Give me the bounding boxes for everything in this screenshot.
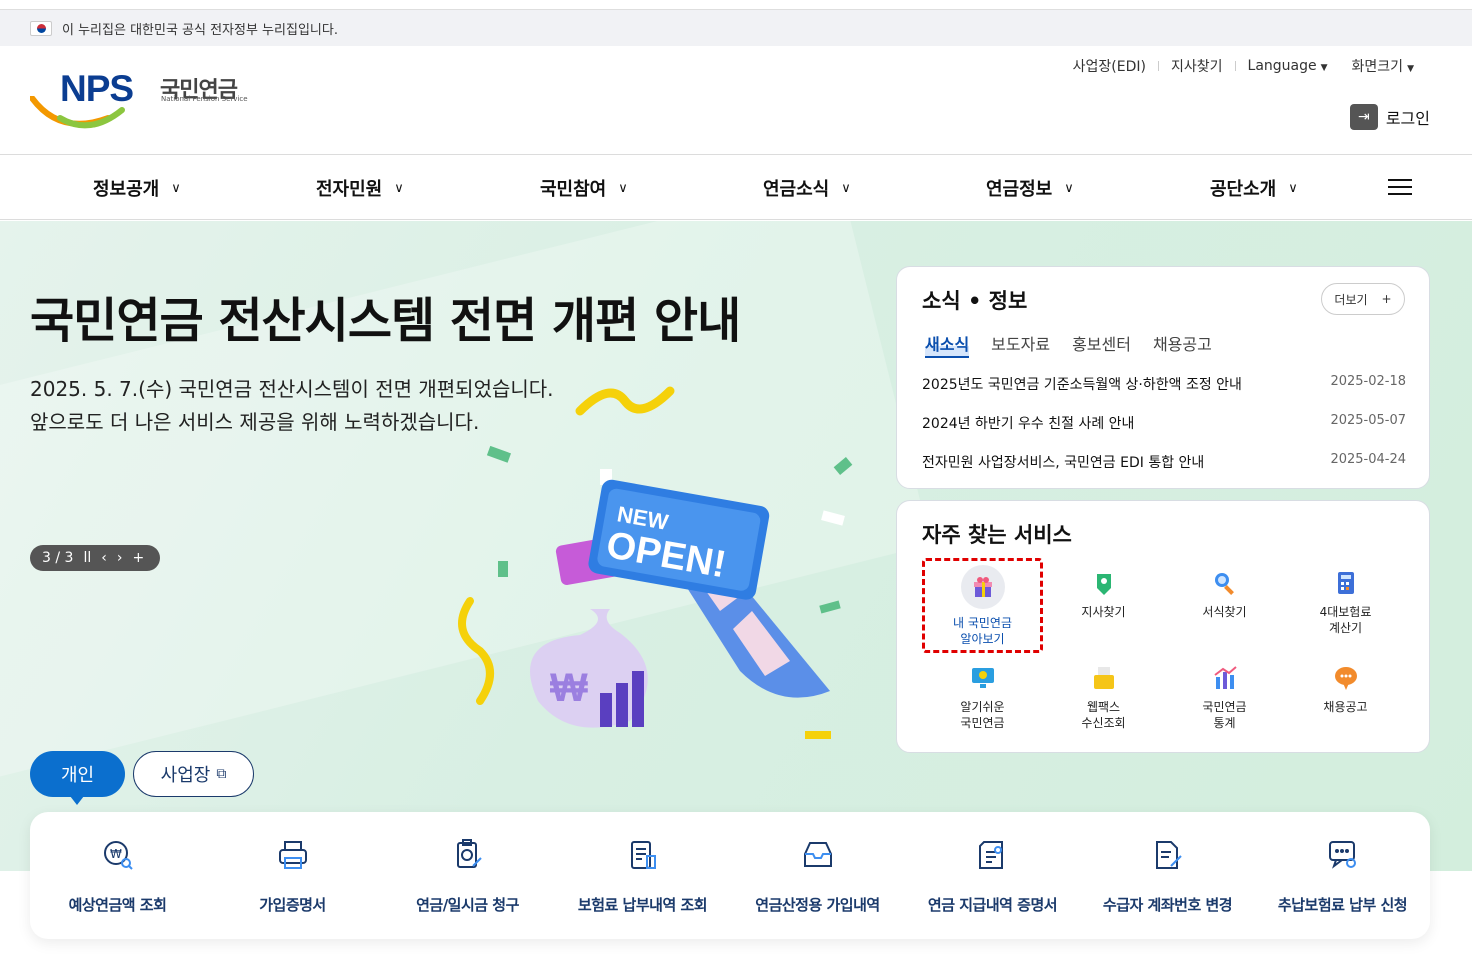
chevron-down-icon: ∨: [841, 180, 851, 196]
tab-personal[interactable]: 개인: [30, 751, 125, 805]
tab-business[interactable]: 사업장 ⧉: [133, 751, 254, 797]
quick-account-change[interactable]: 수급자 계좌번호 변경: [1080, 812, 1255, 939]
gnb-about[interactable]: 공단소개 ∨: [1210, 175, 1298, 201]
slide-controls: 3 / 3 ll ‹ › +: [30, 545, 160, 571]
list-item[interactable]: 2025년도 국민연금 기준소득월액 상·하한액 조정 안내 2025-02-18: [922, 374, 1406, 413]
printer-icon: [278, 841, 307, 869]
coin-search-icon: ₩: [103, 841, 133, 870]
quick-pension-claim[interactable]: 연금/일시금 청구: [380, 812, 555, 939]
inbox-icon: [803, 842, 832, 867]
hero-title: 국민연금 전산시스템 전면 개편 안내: [30, 293, 741, 349]
quick-menu: ₩ 예상연금액 조회 가입증명서 연금/일시금 청구 보험료 납부내역 조회 연…: [30, 812, 1430, 939]
slide-counter: 3 / 3: [42, 550, 74, 566]
gnb-pension-info[interactable]: 연금정보 ∨: [986, 175, 1074, 201]
clipboard-coin-icon: [456, 839, 482, 868]
service-recruitment[interactable]: 채용공고: [1285, 653, 1406, 743]
quick-expected-pension[interactable]: ₩ 예상연금액 조회: [30, 812, 205, 939]
gov-banner-text: 이 누리집은 대한민국 공식 전자정부 누리집입니다.: [62, 22, 338, 38]
chevron-down-icon: ∨: [1064, 180, 1074, 196]
quick-premium-history[interactable]: 보험료 납부내역 조회: [555, 812, 730, 939]
chevron-down-icon: ∨: [1288, 180, 1298, 196]
fax-icon: [1093, 667, 1114, 689]
quick-enrollment-history[interactable]: 연금산정용 가입내역: [730, 812, 905, 939]
login-button[interactable]: ⇥ 로그인: [1349, 104, 1430, 130]
chevron-down-icon: ∨: [394, 180, 404, 196]
next-icon[interactable]: ›: [117, 550, 123, 566]
caret-down-icon: ▼: [1407, 64, 1414, 74]
location-icon: [1096, 574, 1111, 595]
certificate-icon: [978, 841, 1003, 869]
header: NPS 국민연금 National Pension Service 사업장(ED…: [0, 46, 1472, 155]
news-title: 소식 • 정보: [922, 289, 1028, 313]
user-type-tabs: 개인 사업장 ⧉: [30, 751, 254, 805]
tab-pr-center[interactable]: 홍보센터: [1072, 331, 1131, 358]
news-panel: 소식 • 정보 더보기 + 새소식 보도자료 홍보센터 채용공고 2025년도 국…: [896, 266, 1430, 489]
main-navigation: 정보공개 ∨ 전자민원 ∨ 국민참여 ∨ 연금소식 ∨ 연금정보 ∨ 공단소개 ∨: [0, 155, 1472, 220]
chat-search-icon: [1328, 841, 1356, 869]
news-list: 2025년도 국민연금 기준소득월액 상·하한액 조정 안내 2025-02-18…: [922, 374, 1406, 491]
plus-icon: +: [1381, 292, 1392, 306]
document-list-icon: [630, 841, 656, 869]
edit-document-icon: [1155, 841, 1182, 869]
svg-text:₩: ₩: [550, 666, 588, 710]
hamburger-menu-icon[interactable]: [1388, 179, 1412, 197]
chevron-down-icon: ∨: [171, 180, 181, 196]
external-link-icon: ⧉: [216, 766, 227, 782]
list-item[interactable]: 2024년 하반기 우수 친절 사례 안내 2025-05-07: [922, 413, 1406, 452]
calculator-icon: [1337, 572, 1354, 594]
services-grid: 내 국민연금 알아보기 지사찾기 서식찾기 4대보험료 계산기 알기쉬운 국민연…: [922, 558, 1406, 743]
logo-name-en: National Pension Service: [161, 95, 248, 103]
quick-enrollment-certificate[interactable]: 가입증명서: [205, 812, 380, 939]
news-tabs: 새소식 보도자료 홍보센터 채용공고: [925, 331, 1212, 358]
svg-text:₩: ₩: [110, 847, 122, 861]
pause-icon[interactable]: ll: [83, 550, 91, 566]
login-icon: ⇥: [1349, 104, 1378, 130]
chat-icon: [1334, 667, 1357, 690]
util-branch-link[interactable]: 지사찾기: [1159, 56, 1235, 76]
chevron-down-icon: ∨: [618, 180, 628, 196]
prev-icon[interactable]: ‹: [101, 550, 107, 566]
tab-new-news[interactable]: 새소식: [925, 331, 970, 358]
quick-additional-payment[interactable]: 추납보험료 납부 신청: [1255, 812, 1430, 939]
service-webfax[interactable]: 웹팩스 수신조회: [1043, 653, 1164, 743]
frequent-services-panel: 자주 찾는 서비스 내 국민연금 알아보기 지사찾기 서식찾기 4대보험료 계산…: [896, 500, 1430, 753]
gnb-info-disclosure[interactable]: 정보공개 ∨: [93, 175, 181, 201]
logo-brand: NPS: [60, 68, 134, 109]
utility-menu: 사업장(EDI) 지사찾기 Language ▼ 화면크기 ▼: [1061, 56, 1426, 76]
tab-recruitment[interactable]: 채용공고: [1153, 331, 1212, 358]
gov-banner: 이 누리집은 대한민국 공식 전자정부 누리집입니다.: [0, 10, 1472, 46]
util-language-select[interactable]: Language ▼: [1236, 58, 1340, 74]
new-open-illustration: NEW OPEN! ₩: [458, 386, 853, 739]
caret-down-icon: ▼: [1320, 63, 1328, 73]
service-easy-pension[interactable]: 알기쉬운 국민연금: [922, 653, 1043, 743]
search-icon: [1214, 573, 1234, 595]
korea-flag-icon: [30, 20, 52, 36]
service-find-forms[interactable]: 서식찾기: [1164, 558, 1285, 653]
gift-icon: [960, 565, 1005, 609]
plus-icon[interactable]: +: [132, 550, 144, 566]
list-item[interactable]: 전자민원 사업장서비스, 국민연금 EDI 통합 안내 2025-04-24: [922, 452, 1406, 491]
monitor-icon: [971, 668, 994, 688]
util-screen-size-select[interactable]: 화면크기 ▼: [1340, 56, 1426, 76]
util-edi-link[interactable]: 사업장(EDI): [1061, 56, 1158, 76]
quick-payment-certificate[interactable]: 연금 지급내역 증명서: [905, 812, 1080, 939]
gnb-e-civil[interactable]: 전자민원 ∨: [316, 175, 404, 201]
tab-press[interactable]: 보도자료: [991, 331, 1050, 358]
service-my-pension[interactable]: 내 국민연금 알아보기: [922, 558, 1043, 653]
gnb-participation[interactable]: 국민참여 ∨: [540, 175, 628, 201]
nps-logo[interactable]: NPS 국민연금 National Pension Service: [30, 68, 260, 130]
service-insurance-calculator[interactable]: 4대보험료 계산기: [1285, 558, 1406, 653]
chart-icon: [1213, 666, 1237, 689]
gnb-pension-news[interactable]: 연금소식 ∨: [763, 175, 851, 201]
service-statistics[interactable]: 국민연금 통계: [1164, 653, 1285, 743]
service-find-branch[interactable]: 지사찾기: [1043, 558, 1164, 653]
login-label: 로그인: [1385, 109, 1430, 128]
services-title: 자주 찾는 서비스: [922, 523, 1072, 547]
news-more-button[interactable]: 더보기 +: [1321, 283, 1405, 315]
